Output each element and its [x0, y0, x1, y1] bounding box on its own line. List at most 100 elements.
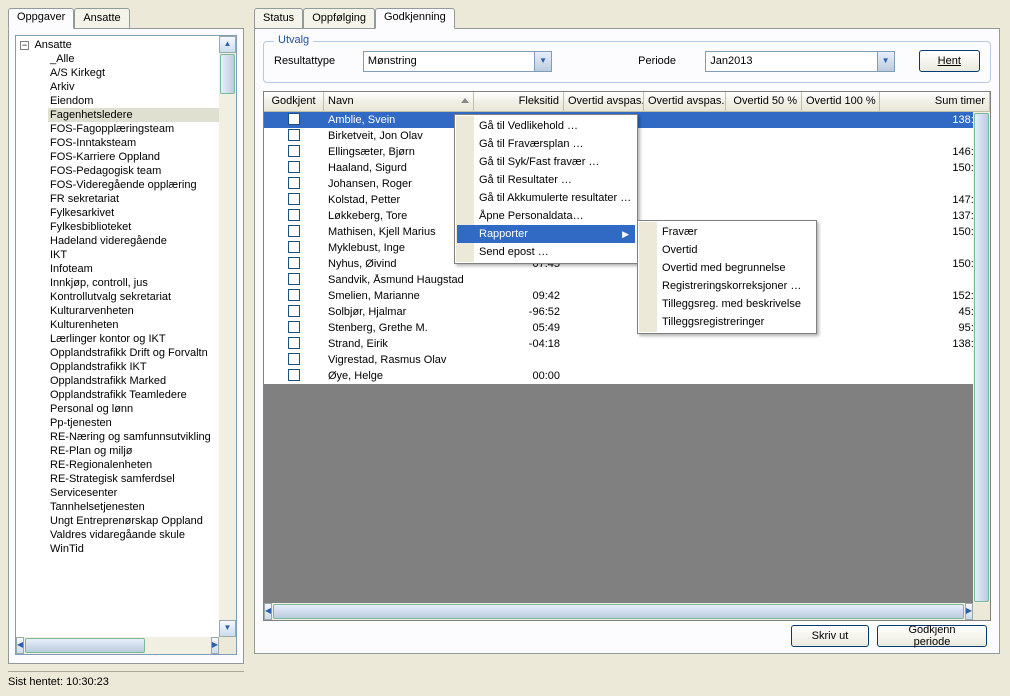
- tree-horizontal-scrollbar[interactable]: [16, 637, 219, 654]
- col-navn[interactable]: Navn: [324, 92, 474, 111]
- approve-checkbox[interactable]: [288, 225, 300, 237]
- approve-checkbox[interactable]: [288, 273, 300, 285]
- tree-item[interactable]: Pp-tjenesten: [48, 416, 236, 430]
- tree-item[interactable]: RE-Strategisk samferdsel: [48, 472, 236, 486]
- approve-checkbox[interactable]: [288, 129, 300, 141]
- chevron-down-icon[interactable]: [534, 52, 551, 71]
- tab-oppgaver[interactable]: Oppgaver: [8, 8, 74, 29]
- col-overtid-avspas-1[interactable]: Overtid avspas.: [564, 92, 644, 111]
- menu-item[interactable]: Fravær: [640, 223, 814, 241]
- approve-checkbox[interactable]: [288, 337, 300, 349]
- tree-vertical-scrollbar[interactable]: [219, 36, 236, 637]
- tree-item[interactable]: FOS-Karriere Oppland: [48, 150, 236, 164]
- tab-oppfolging[interactable]: Oppfølging: [303, 8, 375, 28]
- tree-item[interactable]: Kontrollutvalg sekretariat: [48, 290, 236, 304]
- tree-item[interactable]: Personal og lønn: [48, 402, 236, 416]
- scroll-right-icon[interactable]: [211, 637, 219, 654]
- tree-item[interactable]: Servicesenter: [48, 486, 236, 500]
- tree-item[interactable]: Lærlinger kontor og IKT: [48, 332, 236, 346]
- menu-item[interactable]: Åpne Personaldata…: [457, 207, 635, 225]
- table-row[interactable]: Vigrestad, Rasmus Olav: [264, 352, 990, 368]
- col-godkjent[interactable]: Godkjent: [264, 92, 324, 111]
- approve-checkbox[interactable]: [288, 241, 300, 253]
- tree-item[interactable]: FOS-Videregående opplæring: [48, 178, 236, 192]
- tree-item[interactable]: RE-Regionalenheten: [48, 458, 236, 472]
- approve-checkbox[interactable]: [288, 161, 300, 173]
- grid-hscroll-thumb[interactable]: [273, 604, 964, 619]
- godkjenn-periode-button[interactable]: Godkjenn periode: [877, 625, 987, 647]
- skriv-ut-button[interactable]: Skriv ut: [791, 625, 869, 647]
- approve-checkbox[interactable]: [288, 209, 300, 221]
- menu-item[interactable]: Gå til Akkumulerte resultater …: [457, 189, 635, 207]
- tree-item[interactable]: FR sekretariat: [48, 192, 236, 206]
- menu-item[interactable]: Gå til Vedlikehold …: [457, 117, 635, 135]
- menu-item[interactable]: Overtid: [640, 241, 814, 259]
- tree-item[interactable]: Opplandstrafikk Marked: [48, 374, 236, 388]
- col-overtid-100[interactable]: Overtid 100 %: [802, 92, 880, 111]
- approve-checkbox[interactable]: [288, 321, 300, 333]
- approve-checkbox[interactable]: [288, 145, 300, 157]
- tree-collapse-icon[interactable]: −: [20, 41, 29, 50]
- menu-item[interactable]: Registreringskorreksjoner …: [640, 277, 814, 295]
- tree-item[interactable]: Opplandstrafikk Drift og Forvaltn: [48, 346, 236, 360]
- tree-item[interactable]: Ungt Entreprenørskap Oppland: [48, 514, 236, 528]
- hent-button[interactable]: Hent: [919, 50, 980, 72]
- tree-item[interactable]: Opplandstrafikk IKT: [48, 360, 236, 374]
- tree-item[interactable]: Eiendom: [48, 94, 236, 108]
- scroll-up-icon[interactable]: [219, 36, 236, 53]
- menu-item[interactable]: Gå til Fraværsplan …: [457, 135, 635, 153]
- menu-item[interactable]: Rapporter▶: [457, 225, 635, 243]
- approve-checkbox[interactable]: [288, 369, 300, 381]
- col-overtid-50[interactable]: Overtid 50 %: [726, 92, 802, 111]
- tree-item[interactable]: FOS-Pedagogisk team: [48, 164, 236, 178]
- tree-item[interactable]: Fylkesbiblioteket: [48, 220, 236, 234]
- menu-item[interactable]: Send epost …: [457, 243, 635, 261]
- tree-item[interactable]: Arkiv: [48, 80, 236, 94]
- table-row[interactable]: Smelien, Marianne09:42152:12: [264, 288, 990, 304]
- col-overtid-avspas-2[interactable]: Overtid avspas.: [644, 92, 726, 111]
- grid-horizontal-scrollbar[interactable]: [264, 603, 973, 620]
- tree-item[interactable]: IKT: [48, 248, 236, 262]
- tab-godkjenning[interactable]: Godkjenning: [375, 8, 455, 29]
- tree-item[interactable]: Tannhelsetjenesten: [48, 500, 236, 514]
- tree-item[interactable]: Innkjøp, controll, jus: [48, 276, 236, 290]
- menu-item[interactable]: Gå til Resultater …: [457, 171, 635, 189]
- table-row[interactable]: Solbjør, Hjalmar-96:5245:38: [264, 304, 990, 320]
- tab-ansatte[interactable]: Ansatte: [74, 8, 129, 28]
- tree-item[interactable]: FOS-Inntaksteam: [48, 136, 236, 150]
- scroll-left-icon[interactable]: [264, 603, 272, 620]
- approve-checkbox[interactable]: [288, 177, 300, 189]
- table-row[interactable]: Sandvik, Åsmund Haugstad: [264, 272, 990, 288]
- approve-checkbox[interactable]: [288, 353, 300, 365]
- tree-item[interactable]: Valdres vidaregåande skule: [48, 528, 236, 542]
- tree-item[interactable]: RE-Plan og miljø: [48, 444, 236, 458]
- approve-checkbox[interactable]: [288, 193, 300, 205]
- approve-checkbox[interactable]: [288, 113, 300, 125]
- resultattype-combo[interactable]: Mønstring: [363, 51, 552, 72]
- tree-item[interactable]: Fagenhetsledere: [48, 108, 236, 122]
- menu-item[interactable]: Overtid med begrunnelse: [640, 259, 814, 277]
- tree-item[interactable]: _Alle: [48, 52, 236, 66]
- table-row[interactable]: Stenberg, Grethe M.05:4995:49: [264, 320, 990, 336]
- periode-combo[interactable]: Jan2013: [705, 51, 894, 72]
- tree-item[interactable]: Infoteam: [48, 262, 236, 276]
- tree-item[interactable]: A/S Kirkegt: [48, 66, 236, 80]
- tree-item[interactable]: WinTid: [48, 542, 236, 556]
- chevron-down-icon[interactable]: [877, 52, 894, 71]
- tab-status[interactable]: Status: [254, 8, 303, 28]
- tree-item[interactable]: Kulturenheten: [48, 318, 236, 332]
- approve-checkbox[interactable]: [288, 305, 300, 317]
- menu-item[interactable]: Gå til Syk/Fast fravær …: [457, 153, 635, 171]
- approve-checkbox[interactable]: [288, 257, 300, 269]
- table-row[interactable]: Øye, Helge00:00: [264, 368, 990, 384]
- tree-item[interactable]: Kulturarvenheten: [48, 304, 236, 318]
- grid-vscroll-thumb[interactable]: [974, 113, 989, 602]
- tree-item[interactable]: Hadeland videregående: [48, 234, 236, 248]
- tree-item[interactable]: Fylkesarkivet: [48, 206, 236, 220]
- tree-item[interactable]: FOS-Fagopplæringsteam: [48, 122, 236, 136]
- hscroll-thumb[interactable]: [25, 638, 145, 653]
- tree-item[interactable]: Opplandstrafikk Teamledere: [48, 388, 236, 402]
- menu-item[interactable]: Tilleggsregistreringer: [640, 313, 814, 331]
- tree-item[interactable]: RE-Næring og samfunnsutvikling: [48, 430, 236, 444]
- scroll-right-icon[interactable]: [965, 603, 973, 620]
